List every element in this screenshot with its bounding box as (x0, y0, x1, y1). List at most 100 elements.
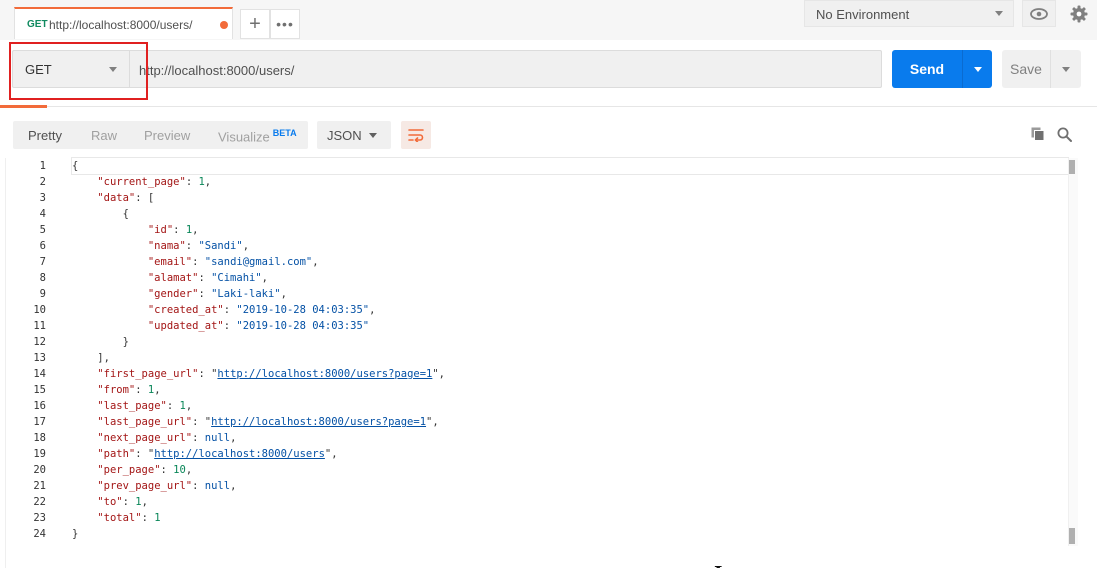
tab-pretty[interactable]: Pretty (28, 128, 62, 143)
json-key: "created_at" (147, 304, 224, 316)
tab-raw[interactable]: Raw (91, 128, 117, 143)
request-url-input[interactable] (139, 60, 869, 80)
code-line: ], (72, 352, 110, 364)
tab-url-label: http://localhost:8000/users/ (49, 18, 193, 32)
code-line: "first_page_url": "http://localhost:8000… (97, 368, 446, 380)
editor-scrollbar[interactable] (1068, 158, 1078, 546)
json-link[interactable]: http://localhost:8000/users?page=1 (211, 416, 426, 428)
chevron-down-icon (974, 67, 982, 72)
line-number: 9 (39, 288, 46, 300)
line-number: 12 (33, 336, 46, 348)
line-number: 10 (33, 304, 46, 316)
json-value: null (204, 432, 231, 444)
environment-select[interactable]: No Environment (804, 0, 1014, 27)
section-divider (0, 106, 1097, 107)
json-key: "id" (147, 224, 174, 236)
request-tab[interactable]: GET http://localhost:8000/users/ (14, 7, 233, 39)
json-value: null (204, 480, 231, 492)
code-line: "gender": "Laki-laki", (147, 288, 287, 300)
line-number: 18 (33, 432, 46, 444)
line-number: 13 (33, 352, 46, 364)
line-number: 2 (39, 176, 46, 188)
tab-visualize-label: Visualize (218, 129, 270, 145)
line-number: 11 (33, 320, 46, 332)
tab-visualize[interactable]: Visualize BETA (218, 128, 297, 144)
json-key: "path" (97, 448, 136, 460)
unsaved-dot-icon (220, 21, 228, 29)
json-key: "updated_at" (147, 320, 224, 332)
line-number: 1 (39, 160, 46, 172)
code-line: "created_at": "2019-10-28 04:03:35", (147, 304, 376, 316)
save-button[interactable]: Save (1002, 50, 1050, 88)
chevron-down-icon (1062, 67, 1070, 72)
code-line: "data": [ (97, 192, 155, 204)
json-key: "data" (97, 192, 136, 204)
code-line: } (72, 336, 129, 348)
scrollbar-thumb-bottom[interactable] (1069, 528, 1075, 544)
plus-icon: + (249, 12, 261, 35)
code-line: "alamat": "Cimahi", (147, 272, 268, 284)
copy-response-button[interactable] (1028, 124, 1048, 144)
line-number: 5 (39, 224, 46, 236)
json-link[interactable]: http://localhost:8000/users (154, 448, 325, 460)
code-line: { (72, 208, 129, 220)
json-value: "Laki-laki" (211, 288, 281, 300)
settings-button[interactable] (1062, 0, 1096, 27)
eye-icon (1030, 7, 1048, 20)
json-key: "last_page" (97, 400, 167, 412)
json-key: "prev_page_url" (97, 480, 193, 492)
search-icon (1057, 127, 1072, 142)
tab-options-button[interactable]: ••• (270, 9, 300, 39)
json-value: "sandi@gmail.com" (204, 256, 313, 268)
json-value: 1 (154, 512, 161, 524)
code-line: "id": 1, (147, 224, 199, 236)
chevron-down-icon (369, 133, 377, 138)
code-line: "prev_page_url": null, (97, 480, 237, 492)
environment-label: No Environment (816, 7, 910, 22)
copy-icon (1031, 127, 1045, 141)
json-key: "to" (97, 496, 123, 508)
json-key: "next_page_url" (97, 432, 193, 444)
code-content: { "current_page": 1, "data": [ { "id": 1… (71, 157, 1069, 542)
json-key: "alamat" (147, 272, 199, 284)
json-key: "gender" (147, 288, 199, 300)
line-number: 3 (39, 192, 46, 204)
json-link[interactable]: http://localhost:8000/users?page=1 (217, 368, 432, 380)
new-tab-button[interactable]: + (240, 9, 270, 39)
code-line: "last_page_url": "http://localhost:8000/… (97, 416, 439, 428)
tab-preview[interactable]: Preview (144, 128, 190, 143)
json-value: 10 (173, 464, 186, 476)
code-line: "next_page_url": null, (97, 432, 237, 444)
wrap-line-button[interactable] (401, 121, 431, 149)
gear-icon (1070, 5, 1088, 22)
line-number: 22 (33, 496, 46, 508)
line-number: 21 (33, 480, 46, 492)
line-number: 20 (33, 464, 46, 476)
text-cursor-icon: I (714, 563, 722, 568)
json-key: "per_page" (97, 464, 161, 476)
tab-method-label: GET (27, 19, 48, 30)
code-line: } (72, 528, 79, 540)
format-label: JSON (327, 128, 362, 143)
line-number: 17 (33, 416, 46, 428)
code-line: "email": "sandi@gmail.com", (147, 256, 319, 268)
response-body-editor[interactable]: 1 2 3 4 5 6 7 8 9 10 11 12 13 14 15 16 1… (0, 157, 1097, 568)
environment-quick-look-button[interactable] (1022, 0, 1056, 27)
line-number-gutter: 1 2 3 4 5 6 7 8 9 10 11 12 13 14 15 16 1… (0, 158, 66, 542)
scrollbar-thumb-top[interactable] (1069, 160, 1075, 174)
line-number: 8 (39, 272, 46, 284)
json-value: "2019-10-28 04:03:35" (236, 304, 370, 316)
active-section-indicator (0, 105, 47, 108)
search-response-button[interactable] (1054, 124, 1074, 144)
send-button[interactable]: Send (892, 50, 962, 88)
send-options-button[interactable] (962, 50, 992, 88)
line-number: 16 (33, 400, 46, 412)
save-options-button[interactable] (1050, 50, 1081, 88)
chevron-down-icon (995, 11, 1003, 16)
code-line: "path": "http://localhost:8000/users", (97, 448, 338, 460)
json-key: "last_page_url" (97, 416, 193, 428)
code-line: "per_page": 10, (97, 464, 193, 476)
line-number: 15 (33, 384, 46, 396)
code-line: "to": 1, (97, 496, 148, 508)
response-format-select[interactable]: JSON (317, 121, 391, 149)
